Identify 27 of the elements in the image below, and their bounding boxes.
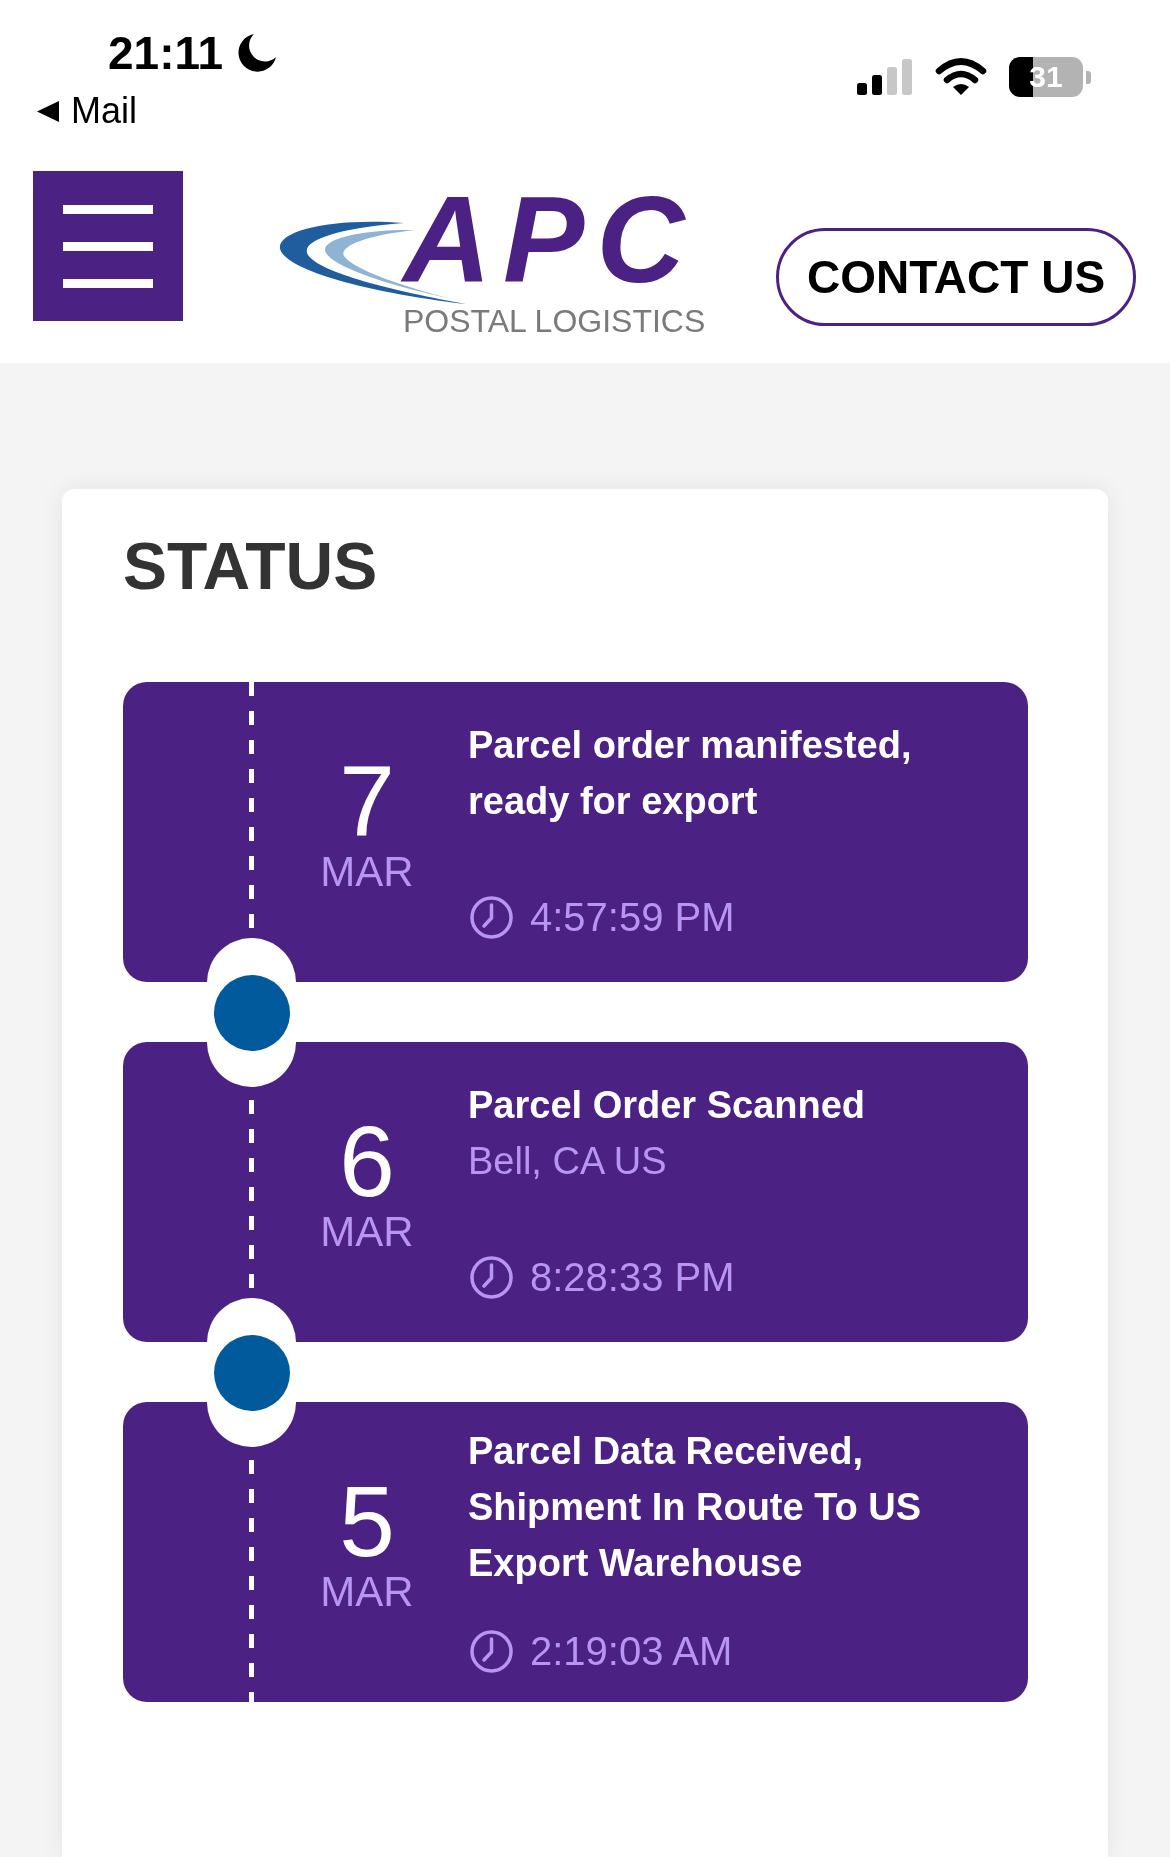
section-title: STATUS <box>123 533 379 599</box>
contact-us-button[interactable]: CONTACT US <box>776 228 1136 326</box>
event-title: Parcel order manifested, ready for export <box>468 723 913 824</box>
event-location: Bell, CA US <box>468 1139 668 1184</box>
logo-tagline: POSTAL LOGISTICS <box>403 305 707 337</box>
clock-icon <box>470 1629 513 1673</box>
event-day: 6 <box>339 1111 395 1211</box>
event-month: MAR <box>320 1571 414 1613</box>
moon-icon <box>237 33 278 73</box>
menu-button[interactable] <box>33 171 183 321</box>
wifi-icon <box>935 58 987 96</box>
clock-icon <box>470 895 513 939</box>
event-time: 4:57:59 PM <box>530 897 735 937</box>
clock-icon <box>470 1255 513 1299</box>
event-day: 5 <box>339 1471 395 1571</box>
event-title: Parcel Data Received, Shipment In Route To US Export Warehouse <box>468 1429 923 1586</box>
status-bar-time: 21:11 <box>108 30 224 76</box>
event-month: MAR <box>320 1211 414 1253</box>
event-time: 2:19:03 AM <box>530 1631 733 1671</box>
event-time: 8:28:33 PM <box>530 1257 735 1297</box>
event-day: 7 <box>339 751 395 851</box>
event-title: Parcel Order Scanned <box>468 1083 867 1128</box>
back-arrow-icon <box>37 100 59 122</box>
back-to-mail-link[interactable]: Mail <box>37 93 278 129</box>
event-month: MAR <box>320 851 414 893</box>
signal-icon <box>857 59 913 95</box>
menu-icon <box>63 204 153 288</box>
